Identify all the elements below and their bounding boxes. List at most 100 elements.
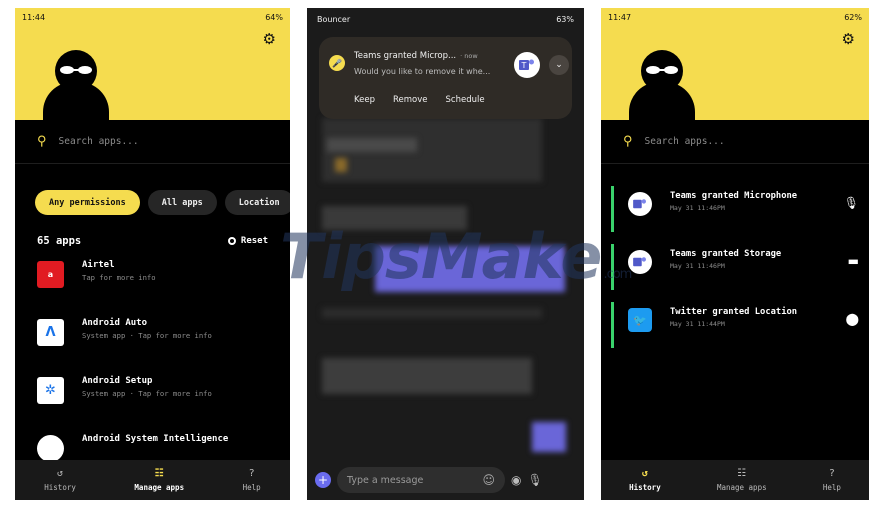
nav-label: Manage apps: [134, 482, 185, 492]
nav-label: Help: [242, 482, 261, 492]
app-name: Android Auto: [82, 318, 148, 328]
status-app-name: Bouncer: [317, 14, 351, 24]
microphone-icon: 🎤: [329, 55, 345, 71]
keep-button[interactable]: Keep: [354, 95, 375, 105]
app-name: Android Setup: [82, 376, 153, 386]
nav-label: Manage apps: [716, 482, 767, 492]
blurred-divider: [322, 308, 542, 318]
notification-title-line: Teams granted Microp... · now: [354, 51, 478, 61]
notification-time: · now: [460, 52, 478, 60]
bouncer-history-screen: 11:47 62% ⚙ ⚲ Search apps... Teams grant…: [601, 8, 869, 500]
plus-icon[interactable]: +: [315, 472, 331, 488]
nav-label: Help: [822, 482, 841, 492]
bottom-navigation: ↺ History ☷ Manage apps ? Help: [15, 460, 290, 500]
teams-icon: T: [514, 52, 540, 78]
emoji-icon[interactable]: ☺: [482, 473, 495, 487]
svg-text:T: T: [521, 61, 527, 70]
settings-gear-icon[interactable]: ⚙: [263, 32, 276, 47]
history-date: May 31 11:44PM: [670, 320, 725, 328]
camera-icon[interactable]: ◉: [511, 473, 521, 487]
nav-label: History: [44, 482, 76, 492]
status-bar-indicator: [611, 186, 614, 232]
nav-manage-apps[interactable]: ☷ Manage apps: [716, 468, 767, 492]
chat-with-notification-screen: Bouncer 63% 🎤 Teams granted Microp... · n…: [307, 8, 584, 500]
app-list: a Airtel Tap for more info Λ Android Aut…: [15, 247, 290, 491]
list-item[interactable]: Λ Android Auto System app · Tap for more…: [15, 317, 290, 375]
chevron-down-icon[interactable]: ⌄: [549, 55, 569, 75]
bouncer-avatar: [629, 50, 695, 130]
list-item[interactable]: a Airtel Tap for more info: [15, 259, 290, 317]
blurred-sent-message: [375, 246, 565, 292]
history-item[interactable]: Teams granted Storage May 31 11:46PM ▬: [601, 240, 869, 298]
filter-chips: Any permissions All apps Location: [15, 164, 290, 215]
message-placeholder: Type a message: [347, 474, 424, 486]
airtel-logo-icon: a: [37, 261, 64, 288]
search-icon: ⚲: [623, 134, 633, 149]
nav-label: History: [629, 482, 661, 492]
status-bar: Bouncer 63%: [307, 8, 584, 30]
location-pin-icon: ⬤: [845, 312, 859, 326]
chip-any-permissions[interactable]: Any permissions: [35, 190, 140, 215]
android-auto-icon: Λ: [37, 319, 64, 346]
bouncer-avatar: [43, 50, 109, 130]
settings-gear-icon[interactable]: ⚙: [842, 32, 855, 47]
message-input[interactable]: Type a message ☺: [337, 467, 505, 493]
history-title: Teams granted Microphone: [670, 191, 798, 201]
history-title: Teams granted Storage: [670, 249, 782, 259]
nav-manage-apps[interactable]: ☷ Manage apps: [134, 467, 185, 492]
notification-actions: Keep Remove Schedule: [354, 95, 485, 105]
app-subtitle: System app · Tap for more info: [82, 331, 212, 340]
bottom-navigation: ↺ History ☷ Manage apps ? Help: [601, 460, 869, 500]
list-item[interactable]: ✲ Android Setup System app · Tap for mor…: [15, 375, 290, 433]
app-subtitle: Tap for more info: [82, 273, 156, 282]
bouncer-manage-apps-screen: 11:44 64% ⚙ ⚲ Search apps... Any permiss…: [15, 8, 290, 500]
microphone-icon: 🎙: [843, 196, 859, 210]
help-icon: ?: [828, 467, 835, 479]
permission-notification[interactable]: 🎤 Teams granted Microp... · now Would you…: [319, 37, 572, 119]
history-item[interactable]: Teams granted Microphone May 31 11:46PM …: [601, 182, 869, 240]
search-icon: ⚲: [37, 134, 47, 149]
app-count: 65 apps: [37, 235, 82, 247]
status-bar-indicator: [611, 244, 614, 290]
history-date: May 31 11:46PM: [670, 204, 725, 212]
gear-icon: ✲: [37, 377, 64, 404]
status-bar: 11:44 64%: [15, 8, 290, 26]
app-name: Airtel: [82, 260, 115, 270]
chip-all-apps[interactable]: All apps: [147, 190, 217, 215]
status-battery: 63%: [556, 14, 574, 24]
app-count-row: 65 apps Reset: [15, 215, 290, 247]
search-placeholder: Search apps...: [644, 136, 725, 147]
schedule-button[interactable]: Schedule: [446, 95, 485, 105]
status-battery: 62%: [844, 12, 862, 22]
remove-button[interactable]: Remove: [393, 95, 428, 105]
blurred-text: [327, 138, 417, 152]
history-list: Teams granted Microphone May 31 11:46PM …: [601, 164, 869, 356]
nav-history[interactable]: ↺ History: [44, 468, 76, 492]
teams-icon: [628, 250, 652, 274]
status-battery: 64%: [265, 12, 283, 22]
profile-banner: ⚙: [601, 26, 869, 130]
nav-help[interactable]: ? Help: [242, 467, 261, 492]
twitter-icon: 🐦: [628, 308, 652, 332]
blurred-message: [322, 206, 467, 230]
help-icon: ?: [248, 467, 255, 479]
app-subtitle: System app · Tap for more info: [82, 389, 212, 398]
notification-body: Would you like to remove it whe...: [354, 67, 491, 76]
reset-button[interactable]: Reset: [227, 236, 268, 246]
nav-help[interactable]: ? Help: [822, 467, 841, 492]
status-bar: 11:47 62%: [601, 8, 869, 26]
profile-banner: ⚙: [15, 26, 290, 130]
microphone-icon[interactable]: 🎙: [527, 473, 542, 487]
folder-icon: ▬: [847, 254, 859, 268]
reset-icon: [227, 237, 236, 245]
history-date: May 31 11:46PM: [670, 262, 725, 270]
chip-location[interactable]: Location: [224, 190, 290, 215]
status-bar-indicator: [611, 302, 614, 348]
history-item[interactable]: 🐦 Twitter granted Location May 31 11:44P…: [601, 298, 869, 356]
circle-icon: [37, 435, 64, 462]
status-time: 11:44: [22, 12, 46, 22]
nav-history[interactable]: ↺ History: [629, 468, 661, 492]
grid-icon: ☷: [154, 467, 164, 479]
history-title: Twitter granted Location: [670, 307, 798, 317]
app-name: Android System Intelligence: [82, 434, 229, 444]
